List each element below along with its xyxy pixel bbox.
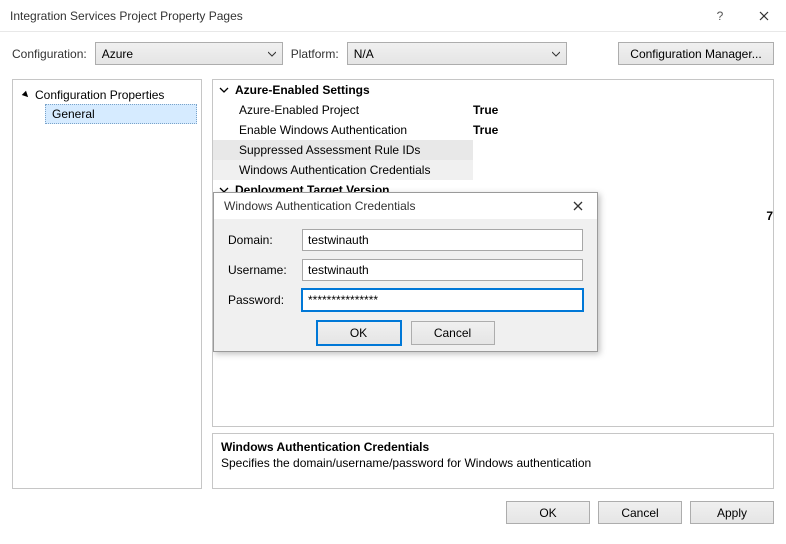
dialog-buttons: OK Cancel	[228, 321, 583, 345]
password-label: Password:	[228, 293, 302, 307]
close-icon[interactable]	[742, 1, 786, 31]
dialog-titlebar: Windows Authentication Credentials	[214, 193, 597, 219]
collapse-icon	[219, 85, 229, 95]
ok-button[interactable]: OK	[317, 321, 401, 345]
property-value: True	[473, 100, 773, 120]
main-area: Configuration Properties General Azure-E…	[0, 79, 786, 489]
group-label: Azure-Enabled Settings	[235, 83, 370, 97]
property-label: Windows Authentication Credentials	[213, 160, 473, 180]
cancel-button[interactable]: Cancel	[598, 501, 682, 524]
tree-panel: Configuration Properties General	[12, 79, 202, 489]
property-row[interactable]: Windows Authentication Credentials	[213, 160, 773, 180]
titlebar: Integration Services Project Property Pa…	[0, 0, 786, 32]
chevron-down-icon	[552, 50, 560, 58]
username-label: Username:	[228, 263, 302, 277]
property-label: Azure-Enabled Project	[213, 100, 473, 120]
property-grid: Azure-Enabled Settings Azure-Enabled Pro…	[212, 79, 774, 427]
property-value	[473, 140, 773, 160]
username-input[interactable]	[302, 259, 583, 281]
domain-label: Domain:	[228, 233, 302, 247]
close-icon[interactable]	[565, 195, 591, 217]
ok-button[interactable]: OK	[506, 501, 590, 524]
collapse-icon	[21, 90, 31, 100]
configuration-value: Azure	[102, 47, 133, 61]
configuration-manager-button[interactable]: Configuration Manager...	[618, 42, 774, 65]
bottom-button-row: OK Cancel Apply	[0, 489, 786, 524]
tree-root-item[interactable]: Configuration Properties	[17, 86, 197, 104]
tree-item-general[interactable]: General	[45, 104, 197, 124]
property-value	[473, 160, 773, 180]
window-title: Integration Services Project Property Pa…	[10, 9, 698, 23]
credentials-dialog: Windows Authentication Credentials Domai…	[213, 192, 598, 352]
property-value: True	[473, 120, 773, 140]
right-column: Azure-Enabled Settings Azure-Enabled Pro…	[212, 79, 774, 489]
configuration-label: Configuration:	[12, 47, 87, 61]
property-row[interactable]: Azure-Enabled Project True	[213, 100, 773, 120]
property-row[interactable]: Suppressed Assessment Rule IDs	[213, 140, 773, 160]
tree-root-label: Configuration Properties	[35, 88, 164, 102]
configuration-select[interactable]: Azure	[95, 42, 283, 65]
help-icon[interactable]: ?	[698, 1, 742, 31]
description-panel: Windows Authentication Credentials Speci…	[212, 433, 774, 489]
group-azure-settings[interactable]: Azure-Enabled Settings	[213, 80, 773, 100]
domain-input[interactable]	[302, 229, 583, 251]
chevron-down-icon	[268, 50, 276, 58]
description-title: Windows Authentication Credentials	[221, 440, 765, 454]
cancel-button[interactable]: Cancel	[411, 321, 495, 345]
dialog-title: Windows Authentication Credentials	[224, 199, 565, 213]
property-label: Enable Windows Authentication	[213, 120, 473, 140]
description-text: Specifies the domain/username/password f…	[221, 456, 765, 470]
platform-label: Platform:	[291, 47, 339, 61]
platform-select[interactable]: N/A	[347, 42, 567, 65]
dialog-body: Domain: Username: Password: OK Cancel	[214, 219, 597, 345]
property-label: Suppressed Assessment Rule IDs	[213, 140, 473, 160]
config-bar: Configuration: Azure Platform: N/A Confi…	[0, 32, 786, 79]
platform-value: N/A	[354, 47, 374, 61]
password-input[interactable]	[302, 289, 583, 311]
apply-button[interactable]: Apply	[690, 501, 774, 524]
property-row[interactable]: Enable Windows Authentication True	[213, 120, 773, 140]
